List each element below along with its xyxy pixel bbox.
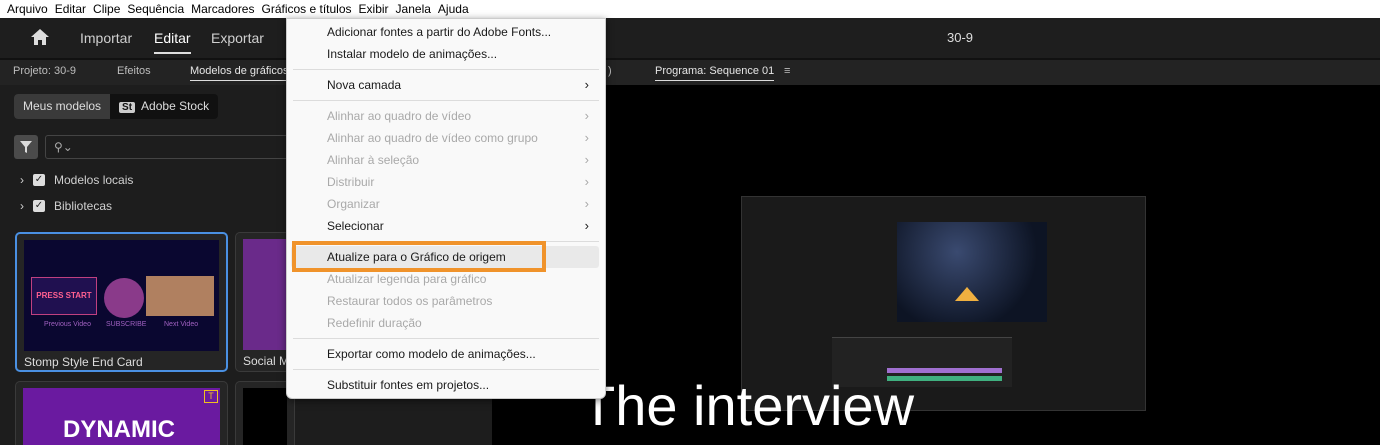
logo-icon bbox=[104, 278, 144, 318]
home-icon[interactable] bbox=[31, 29, 49, 45]
menu-exibir[interactable]: Exibir bbox=[359, 2, 389, 16]
menu-item: Alinhar à seleção › bbox=[291, 149, 599, 171]
tab-effects[interactable]: Efeitos bbox=[117, 65, 151, 77]
tree-label: Bibliotecas bbox=[54, 199, 113, 213]
menu-separator bbox=[287, 65, 605, 74]
adobe-stock-button[interactable]: St Adobe Stock bbox=[110, 94, 218, 119]
chevron-right-icon: › bbox=[584, 108, 589, 123]
menu-item-label: Redefinir duração bbox=[327, 316, 422, 330]
my-templates-button[interactable]: Meus modelos bbox=[14, 94, 111, 119]
menu-item: Alinhar ao quadro de vídeo › bbox=[291, 105, 599, 127]
menu-item-label: Distribuir bbox=[327, 175, 375, 189]
menu-item-label: Selecionar bbox=[327, 219, 384, 233]
chevron-right-icon[interactable]: › bbox=[20, 173, 24, 187]
menu-item: Organizar › bbox=[291, 193, 599, 215]
thumb-text: Previous Video bbox=[44, 321, 91, 328]
tent-image bbox=[955, 287, 979, 301]
chevron-right-icon: › bbox=[584, 152, 589, 167]
tab-program-monitor[interactable]: Programa: Sequence 01 bbox=[655, 65, 775, 81]
chevron-right-icon: › bbox=[584, 130, 589, 145]
menu-item: Restaurar todos os parâmetros bbox=[291, 290, 599, 312]
template-thumbnail: DYNAMIC T bbox=[23, 388, 220, 445]
highlight-annotation bbox=[292, 241, 546, 272]
tab-editar[interactable]: Editar bbox=[154, 30, 191, 54]
menu-item[interactable]: Exportar como modelo de animações... bbox=[291, 343, 599, 365]
panel-tabs: Projeto: 30-9 Efeitos Modelos de gráfico… bbox=[0, 58, 1380, 85]
menu-item-label: Instalar modelo de animações... bbox=[327, 47, 498, 61]
project-title: 30-9 bbox=[947, 30, 974, 45]
menu-item[interactable]: Adicionar fontes a partir do Adobe Fonts… bbox=[291, 21, 599, 43]
menu-item-label: Alinhar ao quadro de vídeo como grupo bbox=[327, 131, 538, 145]
menu-item: Redefinir duração bbox=[291, 312, 599, 334]
template-thumbnail bbox=[243, 388, 287, 445]
panel-menu-icon[interactable]: ≡ bbox=[784, 65, 790, 77]
menu-arquivo[interactable]: Arquivo bbox=[7, 2, 48, 16]
menu-editar[interactable]: Editar bbox=[55, 2, 86, 16]
menu-item-label: Alinhar à seleção bbox=[327, 153, 420, 167]
tab-graphics-templates[interactable]: Modelos de gráficos bbox=[190, 65, 289, 81]
filter-icon[interactable] bbox=[14, 135, 38, 159]
menu-item[interactable]: Selecionar › bbox=[291, 215, 599, 237]
menu-separator bbox=[287, 365, 605, 374]
template-card[interactable]: DYNAMIC T bbox=[15, 381, 228, 445]
template-thumbnail: PRESS START Previous Video SUBSCRIBE Nex… bbox=[24, 240, 219, 351]
template-thumbnail bbox=[243, 239, 287, 350]
tree-local-templates[interactable]: › ✓ Modelos locais bbox=[20, 173, 133, 187]
menu-item-label: Exportar como modelo de animações... bbox=[327, 347, 536, 361]
adobe-stock-label: Adobe Stock bbox=[141, 99, 210, 113]
menu-separator bbox=[287, 96, 605, 105]
gamepad-photo bbox=[146, 276, 214, 316]
thumb-text: DYNAMIC bbox=[63, 416, 175, 443]
chevron-right-icon: › bbox=[584, 77, 589, 92]
chevron-right-icon: › bbox=[584, 218, 589, 233]
menu-item[interactable]: Nova camada › bbox=[291, 74, 599, 96]
graphics-and-titles-dropdown: Adicionar fontes a partir do Adobe Fonts… bbox=[286, 18, 606, 399]
menu-item-label: Substituir fontes em projetos... bbox=[327, 378, 490, 392]
menu-marcadores[interactable]: Marcadores bbox=[191, 2, 254, 16]
menu-item-label: Restaurar todos os parâmetros bbox=[327, 294, 493, 308]
template-name: Stomp Style End Card bbox=[24, 355, 143, 369]
thumb-text: PRESS START bbox=[31, 277, 97, 315]
checkbox[interactable]: ✓ bbox=[33, 200, 45, 212]
template-name: Social M bbox=[243, 354, 290, 368]
menu-item: Distribuir › bbox=[291, 171, 599, 193]
menu-bar: Arquivo Editar Clipe Sequência Marcadore… bbox=[0, 0, 1380, 18]
menu-item: Alinhar ao quadro de vídeo como grupo › bbox=[291, 127, 599, 149]
thumb-text: Next Video bbox=[164, 321, 199, 328]
tab-partial[interactable]: ) bbox=[608, 65, 612, 77]
tab-project[interactable]: Projeto: 30-9 bbox=[13, 65, 76, 77]
menu-item-label: Organizar bbox=[327, 197, 380, 211]
missing-font-warning-icon: T bbox=[204, 390, 218, 403]
tab-importar[interactable]: Importar bbox=[80, 30, 132, 46]
workspace-bar: Importar Editar Exportar 30-9 bbox=[0, 18, 1380, 58]
menu-janela[interactable]: Janela bbox=[396, 2, 431, 16]
menu-graficos-e-titulos[interactable]: Gráficos e títulos bbox=[261, 2, 352, 16]
chevron-right-icon: › bbox=[584, 174, 589, 189]
tree-label: Modelos locais bbox=[54, 173, 134, 187]
menu-clipe[interactable]: Clipe bbox=[93, 2, 120, 16]
video-preview-image bbox=[897, 222, 1047, 322]
menu-item-label: Alinhar ao quadro de vídeo bbox=[327, 109, 472, 123]
menu-item-label: Nova camada bbox=[327, 78, 402, 92]
checkbox[interactable]: ✓ bbox=[33, 174, 45, 186]
tab-exportar[interactable]: Exportar bbox=[211, 30, 264, 46]
search-icon: ⚲⌄ bbox=[54, 140, 73, 154]
menu-sequencia[interactable]: Sequência bbox=[127, 2, 184, 16]
menu-ajuda[interactable]: Ajuda bbox=[438, 2, 469, 16]
chevron-right-icon: › bbox=[584, 196, 589, 211]
thumb-text: SUBSCRIBE bbox=[106, 321, 147, 328]
menu-item[interactable]: Instalar modelo de animações... bbox=[291, 43, 599, 65]
menu-item-label: Atualizar legenda para gráfico bbox=[327, 272, 487, 286]
chevron-right-icon[interactable]: › bbox=[20, 199, 24, 213]
menu-separator bbox=[287, 334, 605, 343]
tree-libraries[interactable]: › ✓ Bibliotecas bbox=[20, 199, 112, 213]
caption-text: The interview bbox=[581, 374, 915, 437]
menu-item[interactable]: Substituir fontes em projetos... bbox=[291, 374, 599, 396]
menu-item-label: Adicionar fontes a partir do Adobe Fonts… bbox=[327, 25, 552, 39]
template-card[interactable]: PRESS START Previous Video SUBSCRIBE Nex… bbox=[15, 232, 228, 372]
template-source-toggle: Meus modelos St Adobe Stock bbox=[14, 94, 219, 119]
program-monitor: The interview bbox=[497, 85, 1380, 445]
stock-icon: St bbox=[119, 102, 136, 113]
